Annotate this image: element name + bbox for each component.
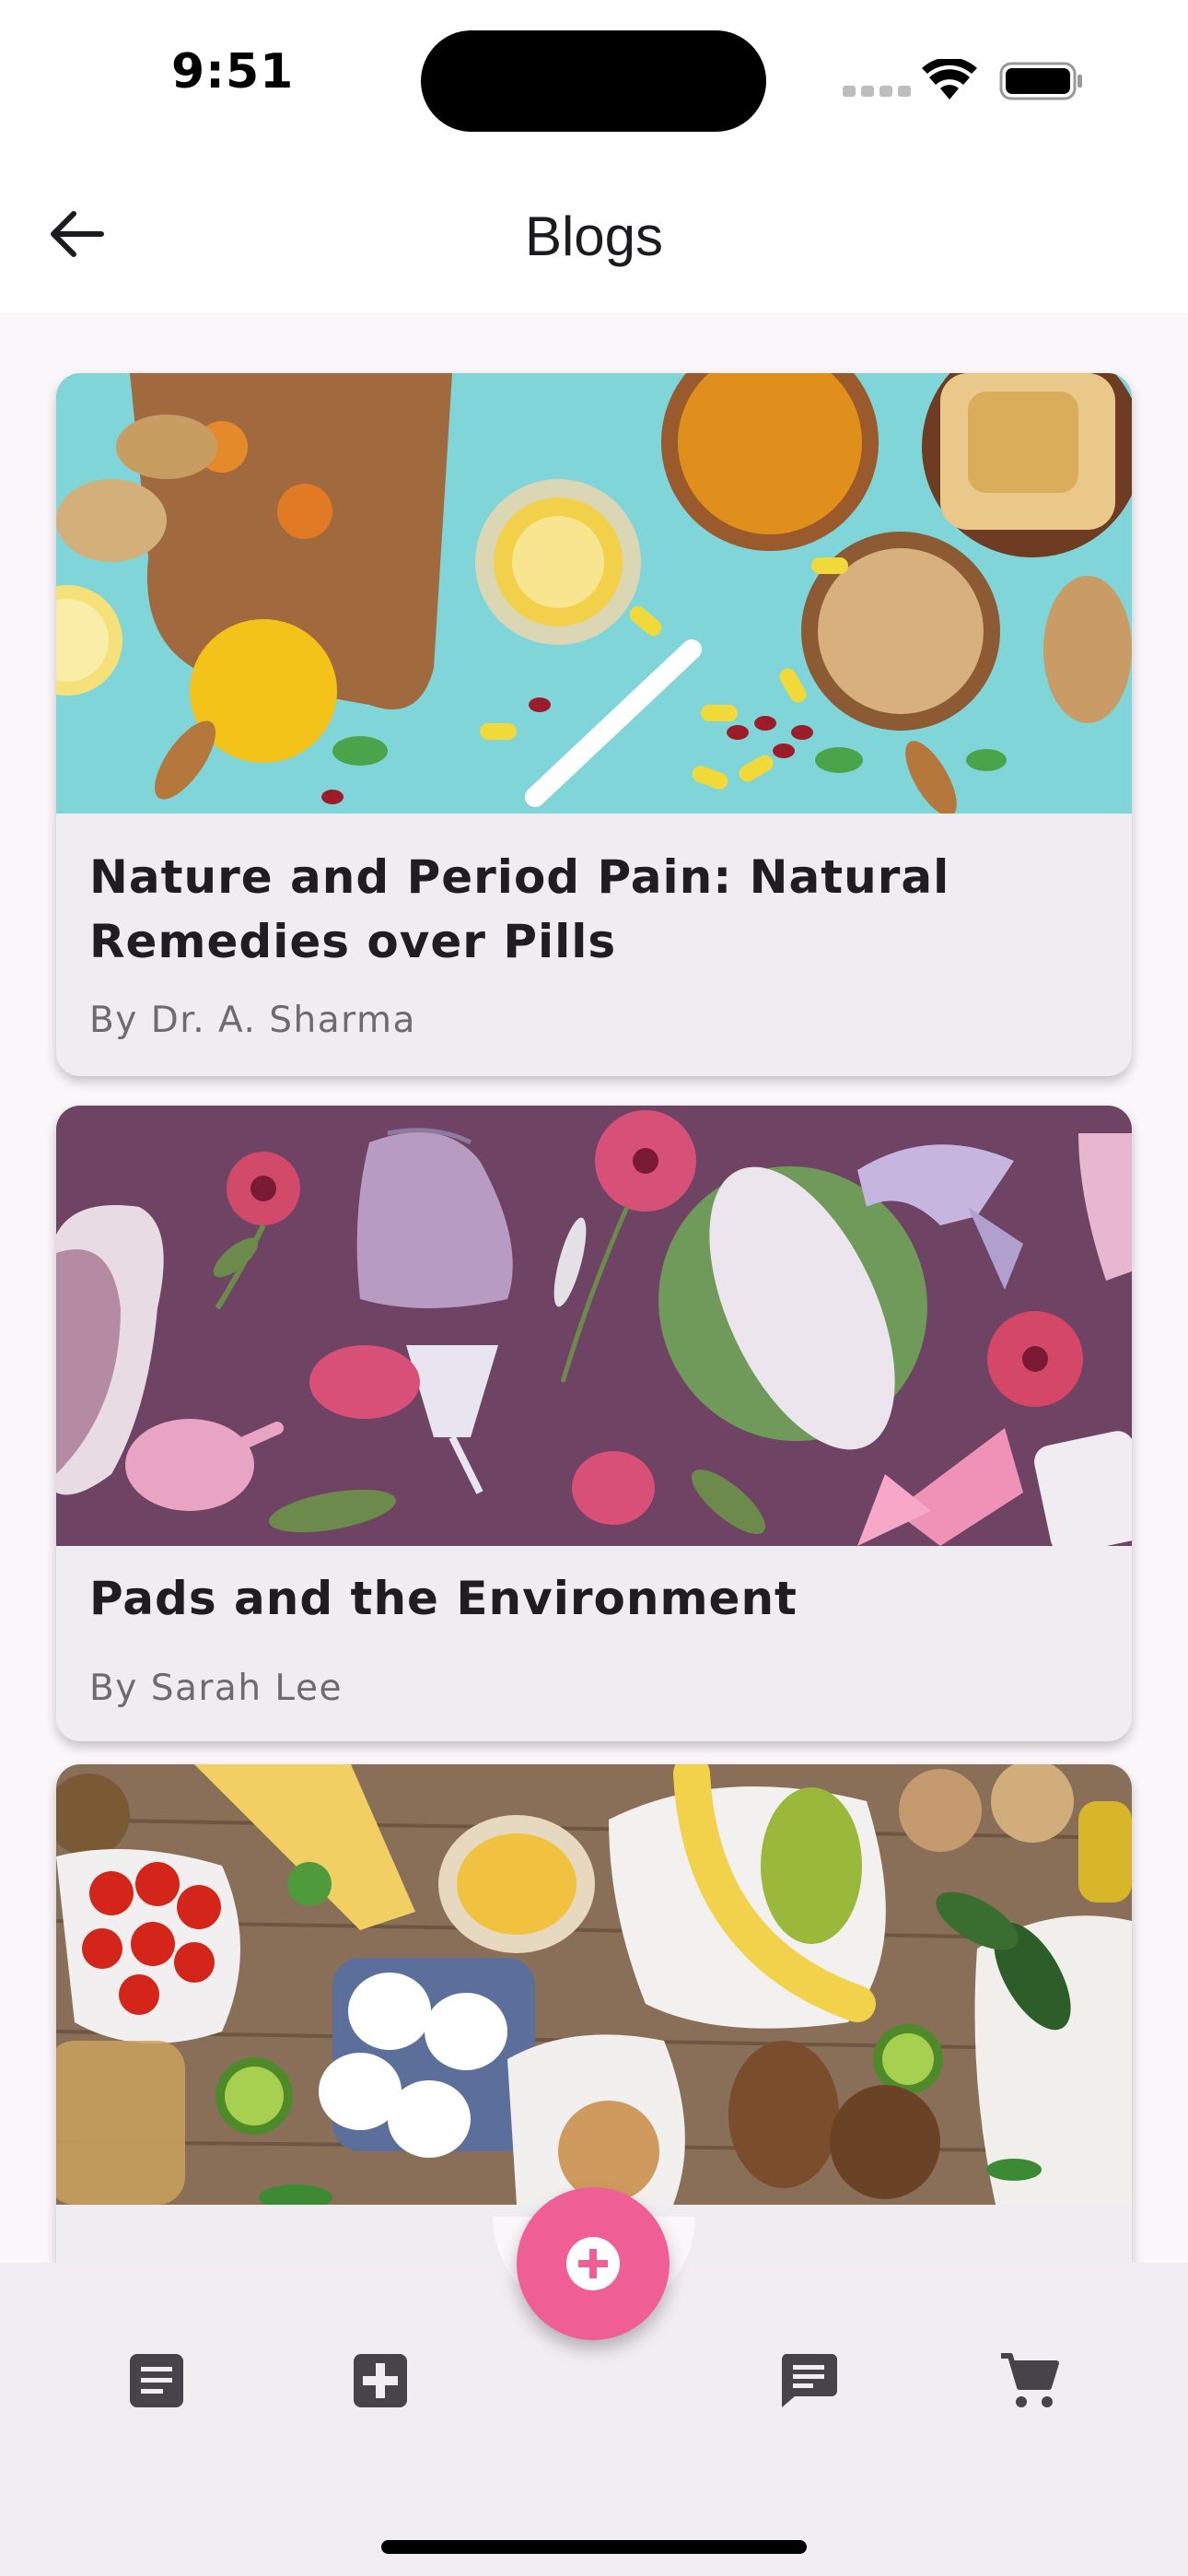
cellular-signal-icon	[843, 83, 916, 100]
add-blog-fab[interactable]	[517, 2187, 670, 2340]
add-circle-icon	[566, 2237, 620, 2290]
article-icon	[130, 2354, 183, 2407]
nav-chat[interactable]	[772, 2344, 845, 2418]
blog-list: Nature and Period Pain: Natural Remedies…	[0, 313, 1188, 2263]
blog-image-menstrual-products	[56, 1106, 1132, 1546]
battery-icon	[999, 62, 1082, 100]
home-indicator	[381, 2540, 807, 2554]
cart-icon	[1001, 2353, 1059, 2407]
blog-author: By Dr. A. Sharma	[89, 1000, 416, 1041]
status-time: 9:51	[171, 44, 295, 100]
wifi-icon	[922, 59, 977, 100]
blog-image-herbal-remedies	[56, 373, 1132, 814]
blog-image-zero-waste-groceries	[56, 1764, 1132, 2205]
chat-icon	[781, 2354, 837, 2407]
app-bar: Blogs	[0, 157, 1188, 313]
blog-author: By Sarah Lee	[89, 1668, 343, 1709]
blog-card[interactable]: Nature and Period Pain: Natural Remedies…	[56, 373, 1132, 1076]
nav-shop[interactable]	[993, 2344, 1066, 2418]
nav-blogs[interactable]	[120, 2344, 193, 2418]
page-title: Blogs	[524, 205, 664, 267]
nav-health[interactable]	[344, 2344, 417, 2418]
blog-title: Nature and Period Pain: Natural Remedies…	[89, 850, 950, 968]
blog-card[interactable]: Pads and the Environment By Sarah Lee	[56, 1106, 1132, 1741]
medical-plus-icon	[354, 2354, 407, 2407]
dynamic-island	[421, 30, 766, 132]
blog-title: Pads and the Environment	[89, 1572, 798, 1625]
status-bar: 9:51	[0, 0, 1188, 157]
